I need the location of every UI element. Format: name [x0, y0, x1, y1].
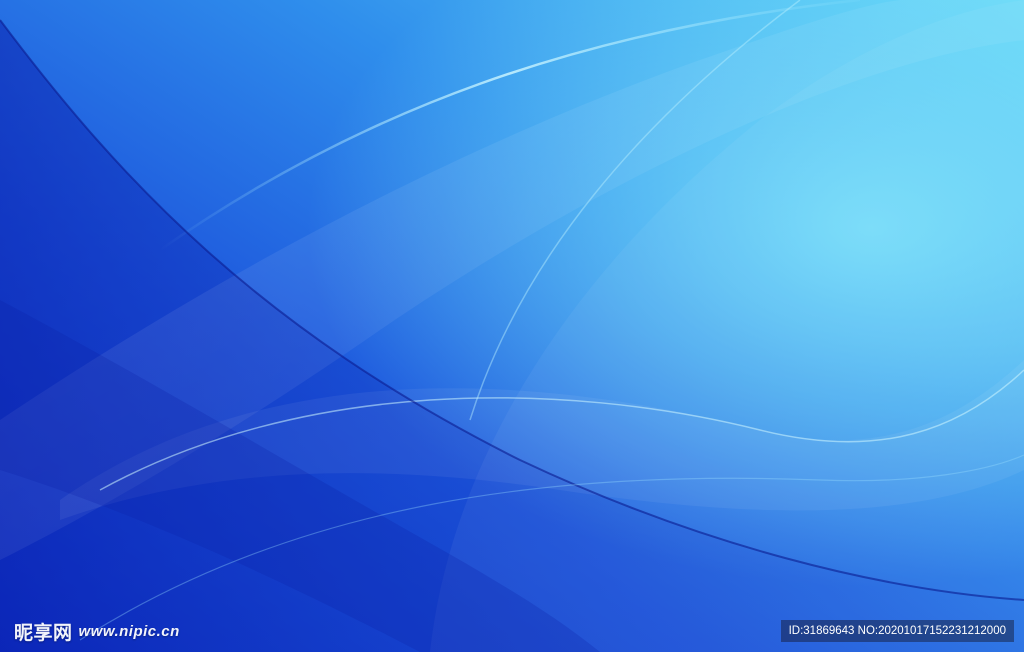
image-id-text: ID:31869643 NO:20201017152231212000 [788, 625, 1006, 637]
logo-cjk-text: 昵享网 [14, 621, 73, 644]
logo-url-text: www.nipic.cn [78, 622, 180, 640]
nipic-logo-watermark: 昵享网 www.nipic.cn [14, 618, 180, 644]
abstract-wave-background [0, 0, 1024, 652]
image-id-watermark: ID:31869643 NO:20201017152231212000 [780, 620, 1014, 642]
background-image: 昵享网 www.nipic.cn ID:31869643 NO:20201017… [0, 0, 1024, 652]
